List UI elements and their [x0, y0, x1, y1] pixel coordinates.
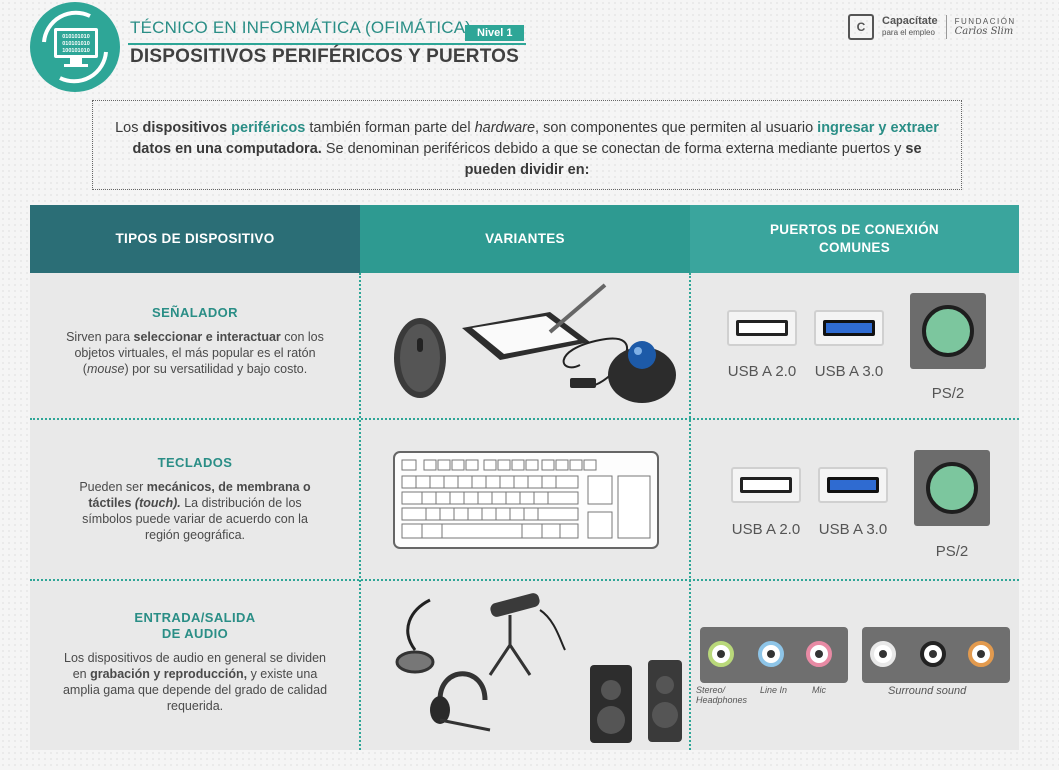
port-label: USB A 3.0 [814, 363, 884, 380]
pointer-devices-image [394, 283, 676, 403]
brand-name: Capacítate [882, 15, 938, 27]
port-label: USB A 3.0 [818, 521, 888, 538]
row-title: TECLADOS [157, 455, 233, 470]
tripod-microphone-icon [488, 593, 566, 676]
header-ports: PUERTOS DE CONEXIÓN COMUNES [690, 205, 1019, 273]
row-keyboard-description: TECLADOS Pueden ser mecánicos, de membra… [30, 455, 360, 543]
level-badge: Nivel 1 [465, 25, 525, 41]
row-divider [30, 418, 1019, 420]
svg-text:010101010: 010101010 [62, 34, 90, 40]
line-in-jack-icon [758, 641, 784, 667]
foundation-name: Carlos Slim [954, 26, 1014, 37]
title-divider [128, 43, 526, 45]
brand-sub: para el empleo [882, 28, 935, 37]
desk-microphone-icon [395, 598, 435, 674]
page-title: DISPOSITIVOS PERIFÉRICOS Y PUERTOS [130, 46, 520, 67]
usb-a-2-port-icon [731, 467, 801, 503]
row-pointer-description: SEÑALADOR Sirven para seleccionar e inte… [30, 305, 360, 377]
keyboard-icon [393, 451, 659, 549]
row-title: ENTRADA/SALIDA DE AUDIO [134, 610, 256, 641]
audio-label: Surround sound [888, 685, 967, 697]
foundation-logo: FUNDACIÓN Carlos Slim [955, 17, 1016, 37]
svg-text:010101010: 010101010 [62, 41, 90, 47]
audio-devices-image [395, 593, 682, 743]
surround-jack-panel [862, 627, 1010, 683]
speakers-icon [590, 660, 682, 743]
column-divider [689, 273, 691, 750]
row-audio-description: ENTRADA/SALIDA DE AUDIO Los dispositivos… [30, 610, 360, 714]
port-label: USB A 2.0 [731, 521, 801, 538]
svg-text:100101010: 100101010 [62, 48, 90, 54]
course-logo: 010101010 010101010 100101010 [30, 2, 120, 92]
brand-logos: C Capacítate para el empleo FUNDACIÓN Ca… [848, 14, 1016, 40]
capacitate-logo-icon: C [848, 14, 874, 40]
peripherals-table: TIPOS DE DISPOSITIVO VARIANTES PUERTOS D… [30, 205, 1019, 750]
audio-label: Stereo/ Headphones [696, 685, 748, 705]
audio-jack-panel [700, 627, 848, 683]
surround-jack-icon [870, 641, 896, 667]
foundation-label: FUNDACIÓN [954, 17, 1016, 26]
port-label: USB A 2.0 [727, 363, 797, 380]
audio-label: Line In [760, 685, 788, 695]
usb-a-3-port-icon [818, 467, 888, 503]
drawing-tablet-icon [462, 283, 607, 360]
trackball-icon [562, 337, 676, 403]
usb-a-2-port-icon [727, 310, 797, 346]
port-label: PS/2 [931, 385, 965, 402]
row-title: SEÑALADOR [152, 305, 238, 320]
ps2-port-icon [910, 293, 986, 369]
header-variants: VARIANTES [360, 205, 690, 273]
surround-jack-icon [920, 641, 946, 667]
header-device-types: TIPOS DE DISPOSITIVO [30, 205, 360, 273]
ps2-port-icon [914, 450, 990, 526]
headset-icon [430, 671, 491, 732]
row-divider [30, 579, 1019, 581]
usb-a-3-port-icon [814, 310, 884, 346]
intro-box: Los dispositivos periféricos también for… [92, 100, 962, 190]
audio-label: Mic [812, 685, 826, 695]
course-name: TÉCNICO EN INFORMÁTICA (OFIMÁTICA) [130, 18, 472, 37]
capacitate-logo: Capacítate para el empleo [882, 16, 938, 38]
mic-jack-icon [806, 641, 832, 667]
surround-jack-icon [968, 641, 994, 667]
mouse-icon [394, 318, 446, 398]
headphones-jack-icon [708, 641, 734, 667]
computer-icon: 010101010 010101010 100101010 [42, 10, 108, 84]
port-label: PS/2 [935, 543, 969, 560]
brand-divider [945, 15, 947, 39]
